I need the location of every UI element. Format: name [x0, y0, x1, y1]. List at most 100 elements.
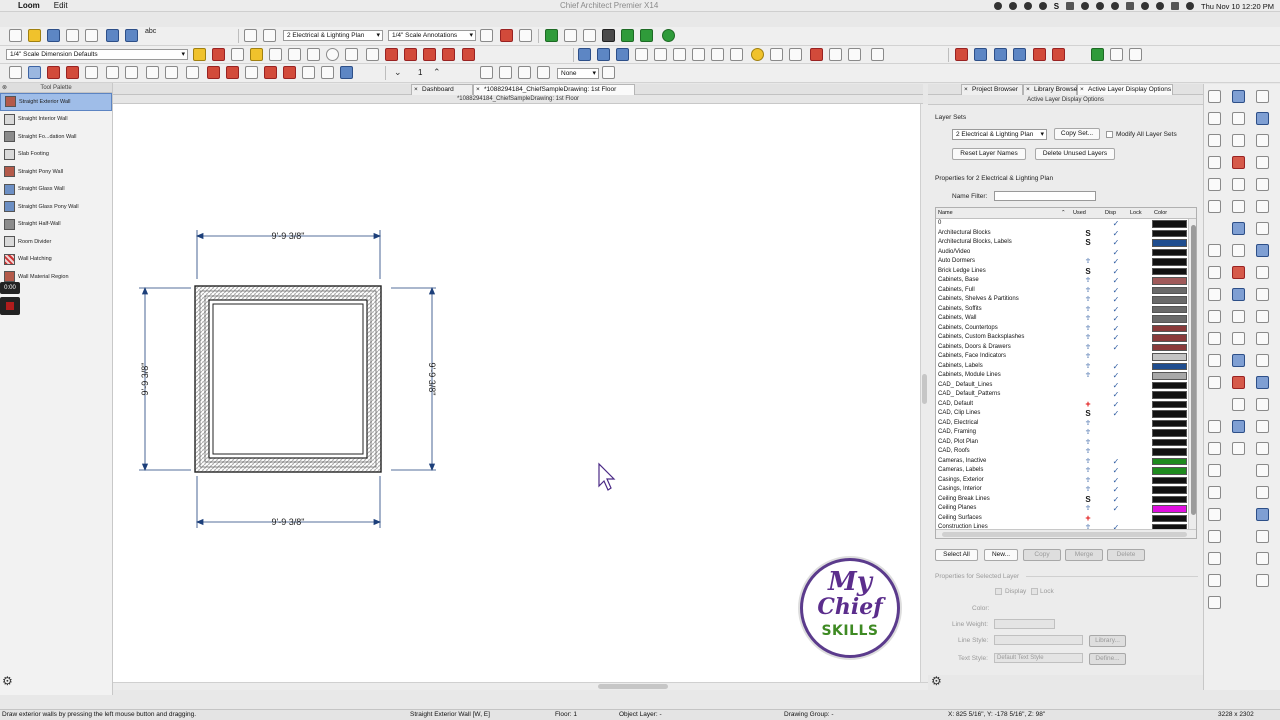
chevron-down-icon[interactable]: ⌄	[394, 67, 402, 78]
arc-icon[interactable]	[1232, 90, 1245, 103]
walkthrough-icon[interactable]	[583, 29, 596, 42]
curve-icon[interactable]	[1256, 90, 1269, 103]
angle-snap-icon[interactable]	[537, 66, 550, 79]
display-checkmark-icon[interactable]: ✓	[1111, 295, 1121, 305]
layer-color-swatch[interactable]	[1152, 362, 1187, 370]
column-color[interactable]: Color	[1154, 208, 1167, 219]
frame-icon[interactable]	[1232, 332, 1245, 345]
layer-row[interactable]: Cabinets, Shelves & Partitions ☥ ✓	[936, 295, 1188, 305]
layer-row[interactable]: CAD, Roofs ☥	[936, 447, 1188, 457]
circle-icon[interactable]	[1232, 156, 1245, 169]
pen-icon[interactable]	[1208, 178, 1221, 191]
arrow-up-icon[interactable]	[1256, 574, 1269, 587]
plumbing-icon[interactable]	[519, 29, 532, 42]
stack-icon[interactable]	[1256, 354, 1269, 367]
layer-row[interactable]: Cabinets, Wall ☥ ✓	[936, 314, 1188, 324]
markers-icon[interactable]	[442, 48, 455, 61]
trash-icon[interactable]	[1208, 134, 1221, 147]
display-checkmark-icon[interactable]: ✓	[1111, 333, 1121, 343]
walls-3d-icon[interactable]	[635, 48, 648, 61]
build-house-icon[interactable]	[207, 66, 220, 79]
callout-icon[interactable]	[250, 48, 263, 61]
cabinet-tool-icon[interactable]	[85, 66, 98, 79]
layer-row[interactable]: Cabinets, Base ☥ ✓	[936, 276, 1188, 286]
text-tools-icon[interactable]	[404, 48, 417, 61]
home-icon[interactable]	[1232, 354, 1245, 367]
transform-icon[interactable]	[829, 48, 842, 61]
spell-check-icon[interactable]: abc	[145, 28, 156, 35]
layer-row[interactable]: Ceiling Surfaces +	[936, 513, 1188, 524]
door-icon[interactable]	[692, 48, 705, 61]
box-tool-icon[interactable]	[345, 48, 358, 61]
layer-row[interactable]: Ceiling Planes ☥ ✓	[936, 504, 1188, 514]
camera-path-icon[interactable]	[564, 29, 577, 42]
layer-color-swatch[interactable]	[1152, 343, 1187, 351]
layer-row[interactable]: CAD, Clip Lines S ✓	[936, 409, 1188, 419]
frame-icon[interactable]	[1208, 486, 1221, 499]
layer-row[interactable]: CAD, Plot Plan ☥	[936, 438, 1188, 448]
column-disp[interactable]: Disp	[1105, 208, 1116, 219]
layer-row[interactable]: Casings, Interior ☥ ✓	[936, 485, 1188, 495]
display-checkmark-icon[interactable]: ✓	[1111, 286, 1121, 296]
layer-color-swatch[interactable]	[1152, 457, 1187, 465]
chevron-up-icon[interactable]: ⌃	[433, 67, 441, 78]
search-icon[interactable]	[1156, 2, 1165, 10]
pencil-icon[interactable]	[1256, 134, 1269, 147]
tab-close-icon[interactable]: ×	[1080, 85, 1084, 95]
trash-icon[interactable]	[1256, 486, 1269, 499]
layer-color-swatch[interactable]	[1152, 486, 1187, 494]
layer-color-swatch[interactable]	[1152, 258, 1187, 266]
layer-color-swatch[interactable]	[1152, 381, 1187, 389]
perspective-icon[interactable]	[616, 48, 629, 61]
tab-close-icon[interactable]: ×	[476, 85, 480, 95]
layer-properties-icon[interactable]	[385, 48, 398, 61]
paste-icon[interactable]	[1208, 112, 1221, 125]
copy-layer-button[interactable]: Copy	[1023, 549, 1061, 561]
frame-icon[interactable]	[1256, 178, 1269, 191]
palette-item-glass-pony-wall[interactable]: Straight Glass Pony Wall	[0, 198, 112, 216]
layer-row[interactable]: Auto Dormers ☥ ✓	[936, 257, 1188, 267]
layer-row[interactable]: CAD, Default + ✓	[936, 399, 1188, 410]
polygon-icon[interactable]	[1256, 112, 1269, 125]
pencil-icon[interactable]	[1232, 288, 1245, 301]
cut-icon[interactable]	[1208, 90, 1221, 103]
display-checkmark-icon[interactable]: ✓	[1111, 400, 1121, 410]
hatch-icon[interactable]	[1208, 156, 1221, 169]
exterior-walls[interactable]	[194, 285, 382, 473]
display-checkmark-icon[interactable]: ✓	[1111, 495, 1121, 505]
clock-icon[interactable]	[1081, 2, 1090, 10]
layer-row[interactable]: Audio/Video ✓	[936, 248, 1188, 258]
room-icon[interactable]	[66, 66, 79, 79]
terrain-tool-icon[interactable]	[283, 66, 296, 79]
canvas-vertical-scrollbar[interactable]	[920, 104, 928, 682]
display-checkmark-icon[interactable]: ✓	[1111, 229, 1121, 239]
palette-item-glass-wall[interactable]: Straight Glass Wall	[0, 181, 112, 199]
shelf-icon[interactable]	[302, 66, 315, 79]
delete-layer-button[interactable]: Delete	[1107, 549, 1145, 561]
layer-row[interactable]: Cabinets, Face Indicators ☥	[936, 352, 1188, 362]
display-checkmark-icon[interactable]: ✓	[1111, 343, 1121, 353]
palette-item-straight-exterior-wall[interactable]: Straight Exterior Wall	[0, 93, 112, 111]
layer-table-vertical-scrollbar[interactable]	[1188, 219, 1196, 529]
display-checkmark-icon[interactable]: ✓	[1111, 248, 1121, 258]
line-red-icon[interactable]	[1052, 48, 1065, 61]
display-checkmark-icon[interactable]: ✓	[1111, 257, 1121, 267]
circle-icon[interactable]	[1208, 310, 1221, 323]
stop-recording-button[interactable]	[0, 297, 20, 315]
camera-icon[interactable]	[1008, 2, 1017, 10]
palette-item-wall-hatching[interactable]: Wall Hatching	[0, 251, 112, 269]
text-icon[interactable]	[1256, 288, 1269, 301]
camera-tool-icon[interactable]	[597, 48, 610, 61]
stair-tool-icon[interactable]	[146, 66, 159, 79]
layer-color-swatch[interactable]	[1152, 248, 1187, 256]
elevation-icon[interactable]	[621, 29, 634, 42]
layer-row[interactable]: CAD_ Default_Lines ✓	[936, 381, 1188, 391]
dimension-tool-icon[interactable]	[193, 48, 206, 61]
layer-row[interactable]: Brick Ledge Lines S ✓	[936, 267, 1188, 277]
light-icon[interactable]	[751, 48, 764, 61]
layer-row[interactable]: Architectural Blocks, Labels S ✓	[936, 238, 1188, 248]
arrow-icon[interactable]	[1256, 552, 1269, 565]
wall-tool-icon[interactable]	[28, 66, 41, 79]
plant-icon[interactable]	[662, 29, 675, 42]
select-arrow-icon[interactable]	[9, 66, 22, 79]
